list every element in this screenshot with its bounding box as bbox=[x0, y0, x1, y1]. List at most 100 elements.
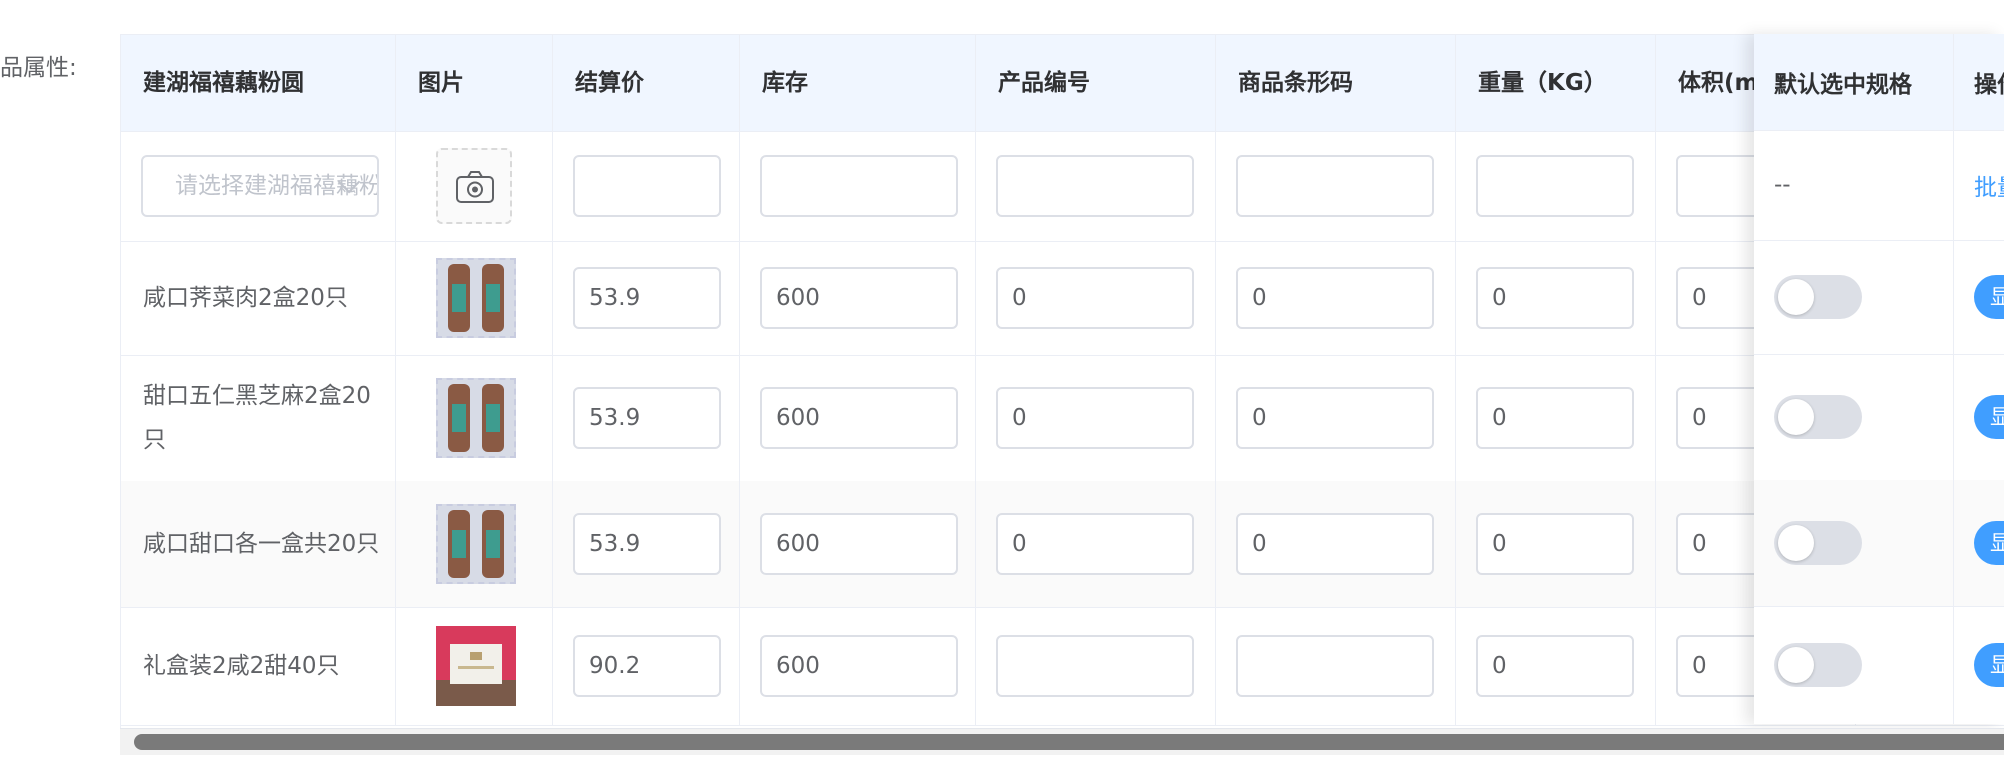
product-code-input[interactable]: 0 bbox=[996, 267, 1194, 329]
product-thumbnail[interactable] bbox=[436, 504, 516, 584]
empty-placeholder-text: -- bbox=[1774, 172, 1791, 198]
horizontal-scrollbar[interactable] bbox=[120, 728, 2004, 755]
switch-knob bbox=[1778, 399, 1814, 435]
product-photo-image bbox=[448, 264, 504, 332]
batch-stock-input[interactable] bbox=[760, 155, 958, 217]
batch-cell-image bbox=[396, 131, 553, 241]
spec-name: 礼盒装2咸2甜40只 bbox=[143, 653, 340, 679]
default-spec-switch[interactable] bbox=[1774, 643, 1862, 687]
barcode-input[interactable]: 0 bbox=[1236, 387, 1434, 449]
weight-input[interactable]: 0 bbox=[1476, 635, 1634, 697]
product-thumbnail[interactable] bbox=[436, 258, 516, 338]
product-code-input[interactable]: 0 bbox=[996, 387, 1194, 449]
default-spec-switch[interactable] bbox=[1774, 521, 1862, 565]
show-button[interactable]: 显示 bbox=[1974, 395, 2004, 439]
stock-input[interactable]: 600 bbox=[760, 267, 958, 329]
product-photo-image bbox=[448, 510, 504, 578]
batch-weight-input[interactable] bbox=[1476, 155, 1634, 217]
stock-input[interactable]: 600 bbox=[760, 635, 958, 697]
weight-input[interactable]: 0 bbox=[1476, 267, 1634, 329]
product-code-input[interactable] bbox=[996, 635, 1194, 697]
product-thumbnail[interactable] bbox=[436, 378, 516, 458]
spec-name-cell: 甜口五仁黑芝麻2盒20只 bbox=[121, 355, 396, 481]
weight-cell: 0 bbox=[1456, 607, 1656, 725]
batch-setting-row: 请选择建湖福禧藕粉圆 bbox=[121, 131, 2004, 242]
switch-knob bbox=[1778, 279, 1814, 315]
product-code-cell bbox=[976, 607, 1216, 725]
default-spec-cell bbox=[1754, 606, 1954, 724]
header-cell-actions: 操作 bbox=[1954, 34, 2004, 130]
spec-name-cell: 礼盒装2咸2甜40只 bbox=[121, 607, 396, 725]
show-button[interactable]: 显示 bbox=[1974, 643, 2004, 687]
default-spec-switch[interactable] bbox=[1774, 395, 1862, 439]
batch-barcode-input[interactable] bbox=[1236, 155, 1434, 217]
product-code-input[interactable]: 0 bbox=[996, 513, 1194, 575]
header-cell-weight: 重量（KG） bbox=[1456, 35, 1656, 131]
price-input[interactable]: 53.9 bbox=[573, 267, 721, 329]
batch-add-link[interactable]: 批量添加 bbox=[1974, 168, 2004, 202]
header-cell-image: 图片 bbox=[396, 35, 553, 131]
fixed-row: 显示 bbox=[1754, 480, 2004, 607]
product-code-cell: 0 bbox=[976, 481, 1216, 607]
table-row: 礼盒装2咸2甜40只 90.2 600 0 0 bbox=[121, 607, 2004, 726]
show-button[interactable]: 显示 bbox=[1974, 275, 2004, 319]
stock-input[interactable]: 600 bbox=[760, 387, 958, 449]
product-code-cell: 0 bbox=[976, 241, 1216, 355]
table-row: 咸口荠菜肉2盒20只 53.9 600 0 0 0 0 bbox=[121, 241, 2004, 356]
weight-input[interactable]: 0 bbox=[1476, 513, 1634, 575]
image-cell bbox=[396, 481, 553, 607]
show-button[interactable]: 显示 bbox=[1974, 521, 2004, 565]
table-row: 咸口甜口各一盒共20只 53.9 600 0 0 0 0 bbox=[121, 481, 2004, 608]
sku-table: 建湖福禧藕粉圆 图片 结算价 库存 产品编号 商品条形码 重量（KG） 体积(m… bbox=[120, 34, 2004, 749]
batch-action-cell: 批量添加 bbox=[1954, 130, 2004, 240]
fixed-row: 显示 bbox=[1754, 606, 2004, 724]
barcode-input[interactable]: 0 bbox=[1236, 267, 1434, 329]
header-label: 库存 bbox=[762, 70, 808, 96]
spec-name-cell: 咸口荠菜肉2盒20只 bbox=[121, 241, 396, 355]
switch-knob bbox=[1778, 525, 1814, 561]
batch-default-cell: -- bbox=[1754, 130, 1954, 240]
stock-input[interactable]: 600 bbox=[760, 513, 958, 575]
fixed-row: 显示 bbox=[1754, 354, 2004, 481]
batch-cell-weight bbox=[1456, 131, 1656, 241]
price-input[interactable]: 53.9 bbox=[573, 513, 721, 575]
stock-cell: 600 bbox=[740, 355, 976, 481]
batch-price-input[interactable] bbox=[573, 155, 721, 217]
spec-select[interactable]: 请选择建湖福禧藕粉圆 bbox=[141, 155, 379, 217]
sku-table-scroll-area[interactable]: 建湖福禧藕粉圆 图片 结算价 库存 产品编号 商品条形码 重量（KG） 体积(m… bbox=[121, 35, 2004, 749]
default-spec-switch[interactable] bbox=[1774, 275, 1862, 319]
batch-product-code-input[interactable] bbox=[996, 155, 1194, 217]
table-header-row: 建湖福禧藕粉圆 图片 结算价 库存 产品编号 商品条形码 重量（KG） 体积(m… bbox=[121, 35, 2004, 132]
price-input[interactable]: 90.2 bbox=[573, 635, 721, 697]
spec-name-cell: 咸口甜口各一盒共20只 bbox=[121, 481, 396, 607]
header-label: 商品条形码 bbox=[1238, 70, 1353, 96]
horizontal-scrollbar-thumb[interactable] bbox=[134, 734, 2004, 750]
barcode-cell: 0 bbox=[1216, 241, 1456, 355]
barcode-input[interactable] bbox=[1236, 635, 1434, 697]
barcode-cell bbox=[1216, 607, 1456, 725]
weight-input[interactable]: 0 bbox=[1476, 387, 1634, 449]
header-label: 建湖福禧藕粉圆 bbox=[143, 70, 304, 96]
price-cell: 53.9 bbox=[553, 355, 740, 481]
fixed-header-row: 默认选中规格 操作 bbox=[1754, 34, 2004, 131]
weight-cell: 0 bbox=[1456, 241, 1656, 355]
stock-cell: 600 bbox=[740, 607, 976, 725]
batch-cell-price bbox=[553, 131, 740, 241]
form-label-product-attributes: 品属性: bbox=[0, 55, 77, 81]
barcode-input[interactable]: 0 bbox=[1236, 513, 1434, 575]
header-label: 默认选中规格 bbox=[1774, 72, 1912, 98]
image-upload-button[interactable] bbox=[436, 148, 512, 224]
gift-box-thumbnail[interactable] bbox=[436, 626, 516, 706]
image-cell bbox=[396, 241, 553, 355]
header-cell-barcode: 商品条形码 bbox=[1216, 35, 1456, 131]
image-cell bbox=[396, 607, 553, 725]
switch-knob bbox=[1778, 647, 1814, 683]
price-cell: 90.2 bbox=[553, 607, 740, 725]
header-cell-spec: 建湖福禧藕粉圆 bbox=[121, 35, 396, 131]
product-photo-image bbox=[448, 384, 504, 452]
batch-cell-spec: 请选择建湖福禧藕粉圆 bbox=[121, 131, 396, 241]
fixed-batch-row: -- 批量添加 bbox=[1754, 130, 2004, 241]
spec-name: 甜口五仁黑芝麻2盒20只 bbox=[143, 383, 371, 453]
price-input[interactable]: 53.9 bbox=[573, 387, 721, 449]
batch-cell-product-code bbox=[976, 131, 1216, 241]
